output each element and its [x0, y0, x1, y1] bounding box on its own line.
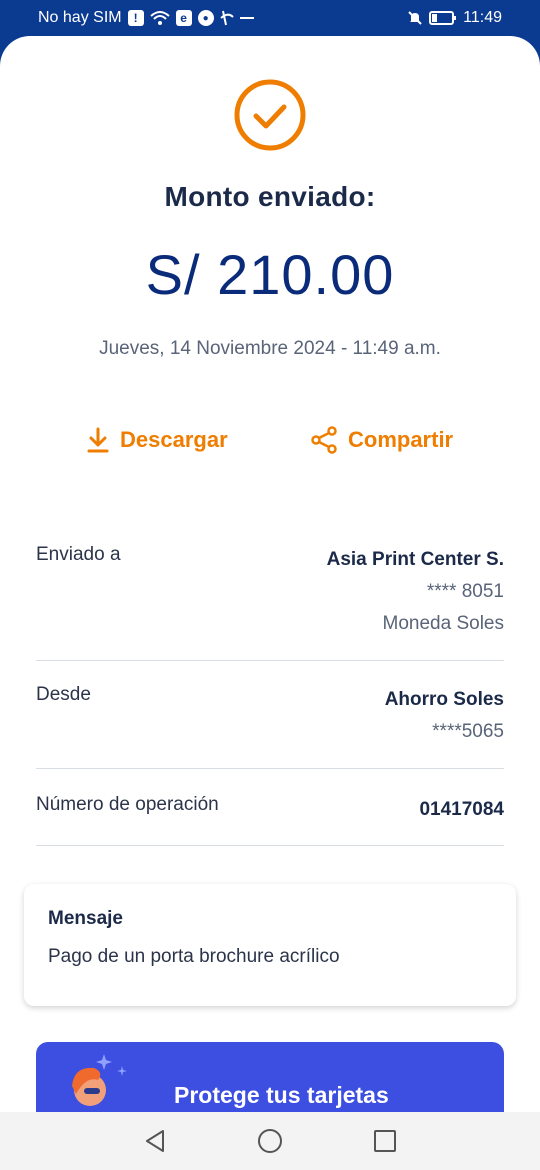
promo-text: Protege tus tarjetas [174, 1082, 389, 1108]
receipt-actions: Descargar Compartir [0, 426, 540, 458]
small-notification-icon [239, 15, 254, 21]
detail-row-sent-to: Enviado a Asia Print Center S. **** 8051… [36, 544, 504, 661]
transaction-date: Jueves, 14 Noviembre 2024 - 11:49 a.m. [99, 338, 441, 359]
detail-row-from: Desde Ahorro Soles ****5065 [36, 684, 504, 769]
source-account-name: Ahorro Soles [384, 689, 504, 710]
battery-icon [429, 10, 457, 26]
success-check-icon [234, 79, 306, 151]
back-triangle-icon [146, 1130, 164, 1152]
wifi-icon [149, 10, 170, 26]
share-button[interactable]: Compartir [310, 426, 453, 454]
bulb-notification-icon: ● [197, 10, 214, 26]
sent-to-values: Asia Print Center S. **** 8051 Moneda So… [327, 544, 504, 640]
detail-row-operation: Número de operación 01417084 [36, 794, 504, 846]
home-circle-icon [258, 1129, 282, 1153]
receipt-title: Monto enviado: [164, 181, 376, 212]
recent-apps-button[interactable] [372, 1128, 398, 1154]
download-label: Descargar [120, 427, 228, 452]
share-label: Compartir [348, 427, 454, 452]
message-text: Pago de un porta brochure acrílico [48, 946, 340, 967]
message-card: Mensaje Pago de un porta brochure acríli… [24, 884, 516, 1006]
carrier-label: No hay SIM [38, 9, 122, 26]
operation-number: 01417084 [419, 799, 504, 820]
app-notification-icon: e [175, 10, 192, 26]
message-title: Mensaje [48, 908, 123, 929]
status-left: No hay SIM ! e ● [38, 9, 254, 27]
recipient-account: **** 8051 [426, 581, 504, 602]
recipient-currency: Moneda Soles [382, 613, 504, 634]
sim-alert-icon: ! [127, 10, 144, 26]
share-icon [311, 426, 337, 454]
chevron-right-icon: › [467, 1104, 474, 1112]
mute-bell-icon [407, 10, 423, 26]
navigation-bar [0, 1112, 540, 1170]
source-account-number: ****5065 [432, 721, 504, 742]
from-label: Desde [36, 684, 91, 705]
download-button[interactable]: Descargar [86, 426, 228, 454]
back-button[interactable] [142, 1128, 168, 1154]
promo-person-illustration [72, 1054, 127, 1106]
sent-to-label: Enviado a [36, 544, 121, 565]
from-values: Ahorro Soles ****5065 [385, 684, 504, 748]
amount-sent: S/ 210.00 [145, 243, 395, 306]
clock: 11:49 [463, 9, 502, 26]
receipt-card: Monto enviado: S/ 210.00 Jueves, 14 Novi… [0, 36, 540, 1112]
home-button[interactable] [257, 1128, 283, 1154]
operation-label: Número de operación [36, 794, 219, 815]
recent-apps-square-icon [374, 1130, 396, 1152]
operation-values: 01417084 [419, 794, 504, 826]
scribble-notification-icon [219, 10, 234, 26]
status-bar: No hay SIM ! e ● 11:49 [0, 0, 540, 36]
download-icon [87, 427, 109, 453]
promo-banner[interactable]: Protege tus tarjetas › [36, 1042, 504, 1112]
recipient-name: Asia Print Center S. [326, 549, 504, 570]
status-right: 11:49 [407, 9, 502, 27]
